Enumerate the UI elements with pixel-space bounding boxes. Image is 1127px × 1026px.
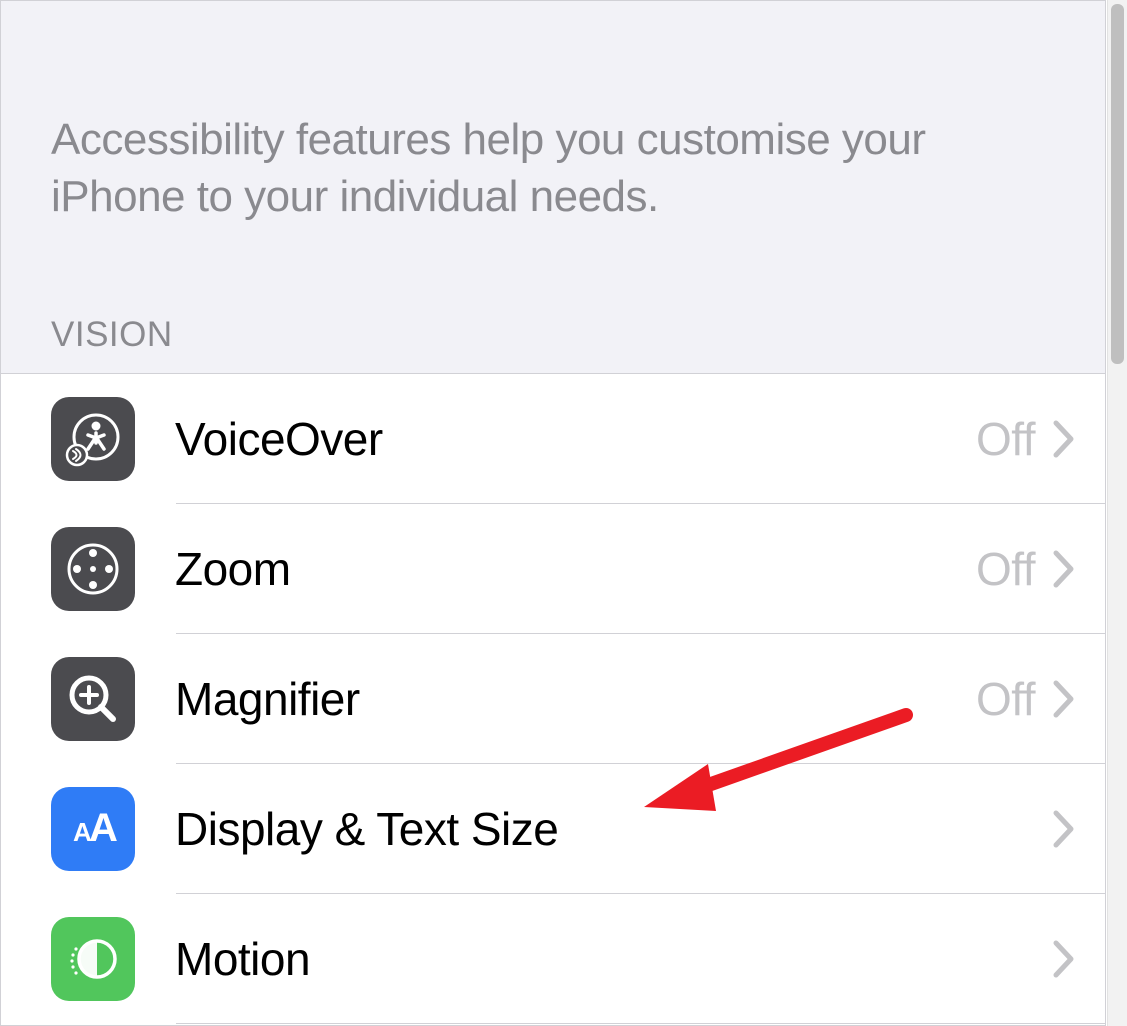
row-magnifier[interactable]: Magnifier Off — [1, 634, 1105, 764]
header-block: Accessibility features help you customis… — [1, 1, 1105, 255]
scrollbar[interactable] — [1107, 0, 1127, 1026]
voiceover-icon — [51, 397, 135, 481]
chevron-right-icon — [1053, 940, 1075, 978]
settings-list: VoiceOver Off Zoom Off — [1, 373, 1105, 1024]
textsize-icon: A A — [51, 787, 135, 871]
row-zoom[interactable]: Zoom Off — [1, 504, 1105, 634]
chevron-right-icon — [1053, 680, 1075, 718]
chevron-right-icon — [1053, 550, 1075, 588]
row-display-text-size[interactable]: A A Display & Text Size — [1, 764, 1105, 894]
row-label: Display & Text Size — [175, 802, 1035, 856]
section-title: VISION — [51, 315, 1055, 355]
row-value: Off — [976, 672, 1035, 726]
row-label: Zoom — [175, 542, 976, 596]
row-voiceover[interactable]: VoiceOver Off — [1, 374, 1105, 504]
settings-panel: Accessibility features help you customis… — [0, 0, 1106, 1026]
zoom-icon — [51, 527, 135, 611]
scrollbar-thumb[interactable] — [1111, 4, 1124, 364]
row-label: Magnifier — [175, 672, 976, 726]
chevron-right-icon — [1053, 810, 1075, 848]
row-motion[interactable]: Motion — [1, 894, 1105, 1024]
row-label: VoiceOver — [175, 412, 976, 466]
header-description: Accessibility features help you customis… — [51, 111, 1055, 225]
row-value: Off — [976, 412, 1035, 466]
magnifier-icon — [51, 657, 135, 741]
svg-text:A: A — [89, 806, 118, 850]
row-value: Off — [976, 542, 1035, 596]
motion-icon — [51, 917, 135, 1001]
section-header: VISION — [1, 255, 1105, 373]
chevron-right-icon — [1053, 420, 1075, 458]
row-label: Motion — [175, 932, 1035, 986]
